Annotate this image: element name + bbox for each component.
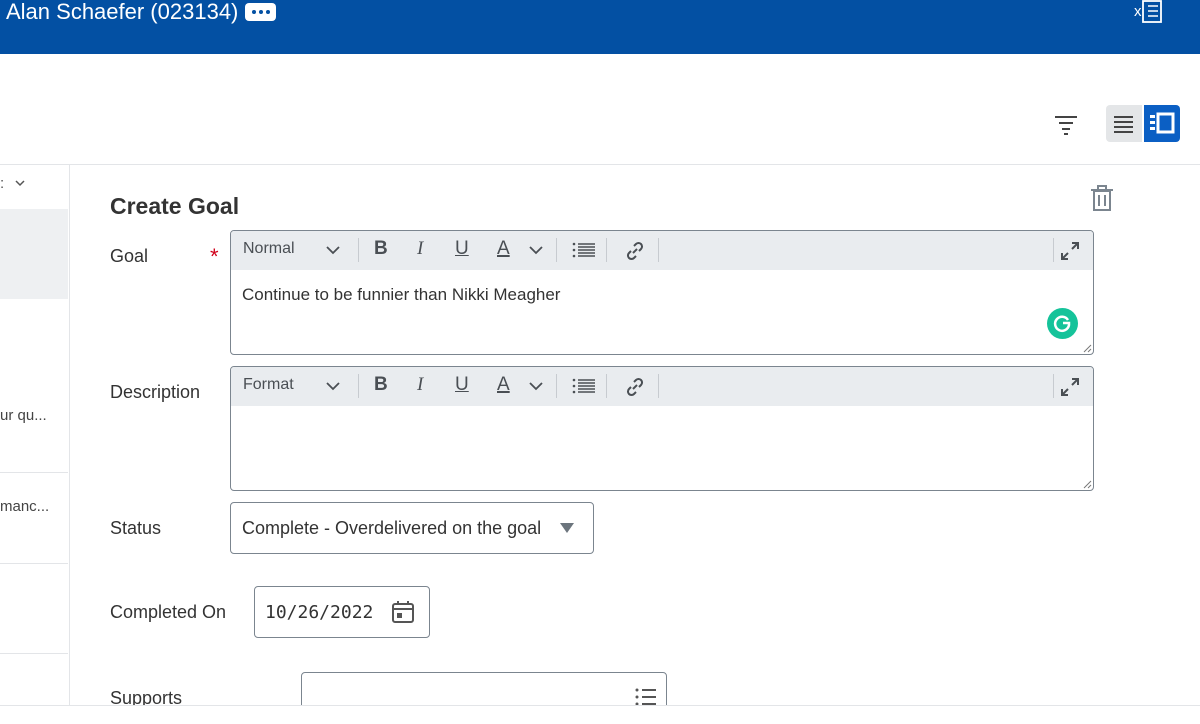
chevron-down-icon — [15, 180, 25, 187]
description-text-area[interactable] — [231, 406, 1093, 490]
date-value: 10/26/2022 — [265, 602, 374, 623]
divider — [0, 472, 68, 473]
underline-button[interactable]: U — [455, 374, 469, 396]
chevron-down-icon[interactable] — [325, 244, 341, 256]
card-view-button[interactable] — [1144, 105, 1180, 142]
bottom-edge — [0, 705, 1200, 724]
bold-button[interactable]: B — [374, 238, 388, 260]
list-view-icon — [1114, 116, 1133, 133]
completed-on-label: Completed On — [110, 602, 227, 622]
list-item[interactable]: ur qu... — [0, 407, 68, 424]
toolbar-separator — [358, 238, 359, 262]
dropdown-arrow-icon — [560, 523, 574, 533]
link-icon[interactable] — [625, 241, 645, 261]
more-dots-icon[interactable] — [245, 3, 276, 21]
bulleted-list-icon[interactable] — [572, 241, 596, 259]
format-dropdown[interactable]: Normal — [243, 240, 295, 258]
description-editor[interactable]: Format B I U A — [230, 366, 1094, 491]
underline-button[interactable]: U — [455, 238, 469, 260]
goal-editor[interactable]: Normal B I U A Continue to be funnier th… — [230, 230, 1094, 355]
svg-text:x: x — [1134, 3, 1142, 20]
goal-text-area[interactable]: Continue to be funnier than Nikki Meaghe… — [231, 270, 1093, 354]
goal-text: Continue to be funnier than Nikki Meaghe… — [242, 285, 561, 304]
status-select[interactable]: Complete - Overdelivered on the goal — [230, 502, 594, 554]
list-item[interactable]: manc... — [0, 498, 68, 515]
filter-icon[interactable] — [1054, 114, 1078, 136]
status-label: Status — [110, 518, 162, 538]
divider — [0, 164, 1200, 165]
resize-handle-icon[interactable] — [1082, 479, 1092, 489]
description-label: Description — [110, 382, 201, 402]
form-title: Create Goal — [110, 193, 240, 219]
divider — [0, 563, 68, 564]
toolbar-separator — [606, 238, 607, 262]
text-color-button[interactable]: A — [497, 374, 510, 396]
toolbar-separator — [1053, 238, 1054, 262]
divider — [0, 653, 68, 654]
chevron-down-icon[interactable] — [325, 380, 341, 392]
resize-handle-icon[interactable] — [1082, 343, 1092, 353]
goals-list-panel: : ur qu... manc... — [0, 165, 70, 724]
app-header: Alan Schaefer (023134) x — [0, 0, 1200, 54]
bold-button[interactable]: B — [374, 374, 388, 396]
format-dropdown[interactable]: Format — [243, 376, 294, 394]
chevron-down-icon[interactable] — [528, 244, 544, 256]
expand-icon[interactable] — [1061, 242, 1079, 260]
toolbar-separator — [556, 374, 557, 398]
sort-dropdown[interactable]: : — [0, 175, 26, 192]
completed-on-date-input[interactable]: 10/26/2022 — [254, 586, 430, 638]
calendar-icon[interactable] — [391, 600, 415, 624]
toolbar-separator — [606, 374, 607, 398]
editor-toolbar: Format B I U A — [231, 367, 1093, 406]
list-item-selected[interactable] — [0, 209, 68, 299]
view-toggle — [1106, 105, 1181, 142]
grammarly-icon[interactable] — [1047, 308, 1078, 339]
required-indicator: * — [210, 244, 219, 269]
chevron-down-icon[interactable] — [528, 380, 544, 392]
toolbar-separator — [658, 374, 659, 398]
list-prompt-icon[interactable] — [635, 687, 657, 707]
expand-icon[interactable] — [1061, 378, 1079, 396]
toolbar-separator — [556, 238, 557, 262]
italic-button[interactable]: I — [417, 238, 423, 260]
trash-icon[interactable] — [1090, 185, 1114, 212]
card-view-icon — [1150, 112, 1175, 134]
toolbar-separator — [358, 374, 359, 398]
link-icon[interactable] — [625, 377, 645, 397]
goal-label: Goal — [110, 246, 149, 266]
text-color-button[interactable]: A — [497, 238, 510, 260]
worker-name-title: Alan Schaefer (023134) — [6, 0, 239, 24]
editor-toolbar: Normal B I U A — [231, 231, 1093, 270]
toolbar-separator — [1053, 374, 1054, 398]
list-view-button[interactable] — [1106, 105, 1142, 142]
excel-export-icon[interactable]: x — [1134, 0, 1164, 24]
italic-button[interactable]: I — [417, 374, 423, 396]
status-value: Complete - Overdelivered on the goal — [242, 518, 542, 538]
bulleted-list-icon[interactable] — [572, 377, 596, 395]
toolbar-separator — [658, 238, 659, 262]
